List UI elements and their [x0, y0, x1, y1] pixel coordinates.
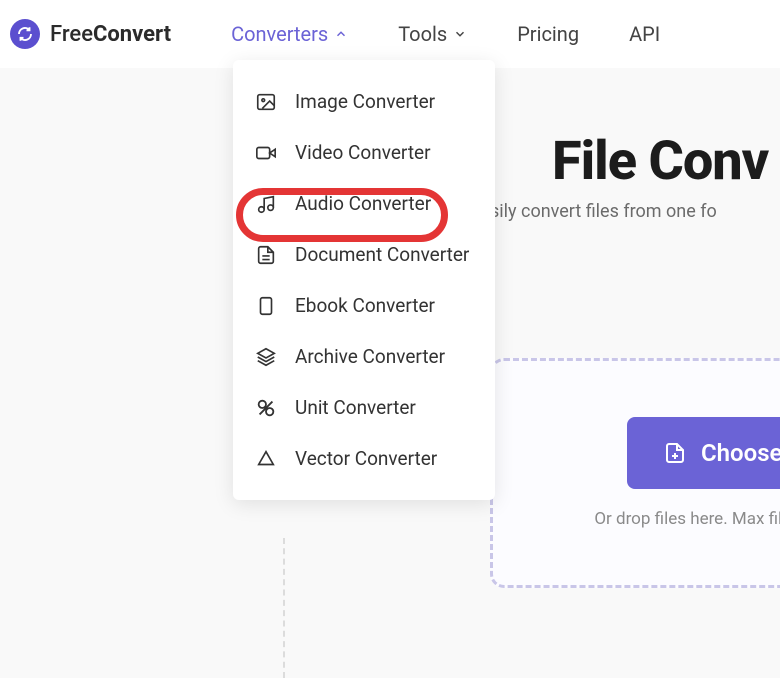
dropdown-item-ebook[interactable]: Ebook Converter	[233, 280, 495, 331]
dropzone[interactable]: Choose File Or drop files here. Max file…	[490, 358, 780, 588]
nav-label: Pricing	[517, 22, 579, 46]
logo[interactable]: FreeConvert	[10, 19, 171, 49]
dropdown-item-audio[interactable]: Audio Converter	[233, 178, 495, 229]
page-subtitle: sily convert files from one fo	[490, 201, 780, 222]
video-icon	[255, 142, 277, 164]
image-icon	[255, 91, 277, 113]
nav-converters[interactable]: Converters	[231, 22, 348, 46]
button-label: Choose File	[701, 439, 780, 467]
nav: Converters Tools Pricing API	[231, 22, 660, 46]
dropdown-item-unit[interactable]: Unit Converter	[233, 382, 495, 433]
converters-dropdown: Image Converter Video Converter Audio Co…	[233, 60, 495, 500]
dropdown-item-image[interactable]: Image Converter	[233, 76, 495, 127]
dropdown-label: Unit Converter	[295, 396, 416, 419]
nav-label: Tools	[398, 22, 447, 46]
header: FreeConvert Converters Tools Pricing API	[0, 0, 780, 68]
dropdown-item-vector[interactable]: Vector Converter	[233, 433, 495, 484]
unit-icon	[255, 397, 277, 419]
dropdown-label: Document Converter	[295, 243, 469, 266]
dropdown-label: Archive Converter	[295, 345, 445, 368]
document-icon	[255, 244, 277, 266]
page-title: File Conv	[552, 130, 780, 193]
chevron-up-icon	[334, 27, 348, 41]
dropdown-label: Video Converter	[295, 141, 431, 164]
dropdown-label: Image Converter	[295, 90, 435, 113]
nav-api[interactable]: API	[629, 22, 660, 46]
logo-text: FreeConvert	[50, 22, 171, 47]
logo-refresh-icon	[10, 19, 40, 49]
chevron-down-icon	[453, 27, 467, 41]
nav-pricing[interactable]: Pricing	[517, 22, 579, 46]
dropdown-item-video[interactable]: Video Converter	[233, 127, 495, 178]
archive-icon	[255, 346, 277, 368]
nav-label: API	[629, 22, 660, 46]
dropdown-label: Ebook Converter	[295, 294, 435, 317]
decorative-dashed-line	[283, 538, 285, 678]
dropdown-item-archive[interactable]: Archive Converter	[233, 331, 495, 382]
nav-tools[interactable]: Tools	[398, 22, 467, 46]
vector-icon	[255, 448, 277, 470]
nav-label: Converters	[231, 22, 328, 46]
audio-icon	[255, 193, 277, 215]
choose-files-button[interactable]: Choose File	[627, 417, 780, 489]
drop-hint: Or drop files here. Max file size	[594, 509, 780, 529]
hero: File Conv sily convert files from one fo	[490, 130, 780, 222]
content: Image Converter Video Converter Audio Co…	[0, 68, 780, 98]
dropdown-label: Audio Converter	[295, 192, 431, 215]
file-add-icon	[663, 441, 687, 465]
ebook-icon	[255, 295, 277, 317]
dropdown-label: Vector Converter	[295, 447, 437, 470]
dropdown-item-document[interactable]: Document Converter	[233, 229, 495, 280]
